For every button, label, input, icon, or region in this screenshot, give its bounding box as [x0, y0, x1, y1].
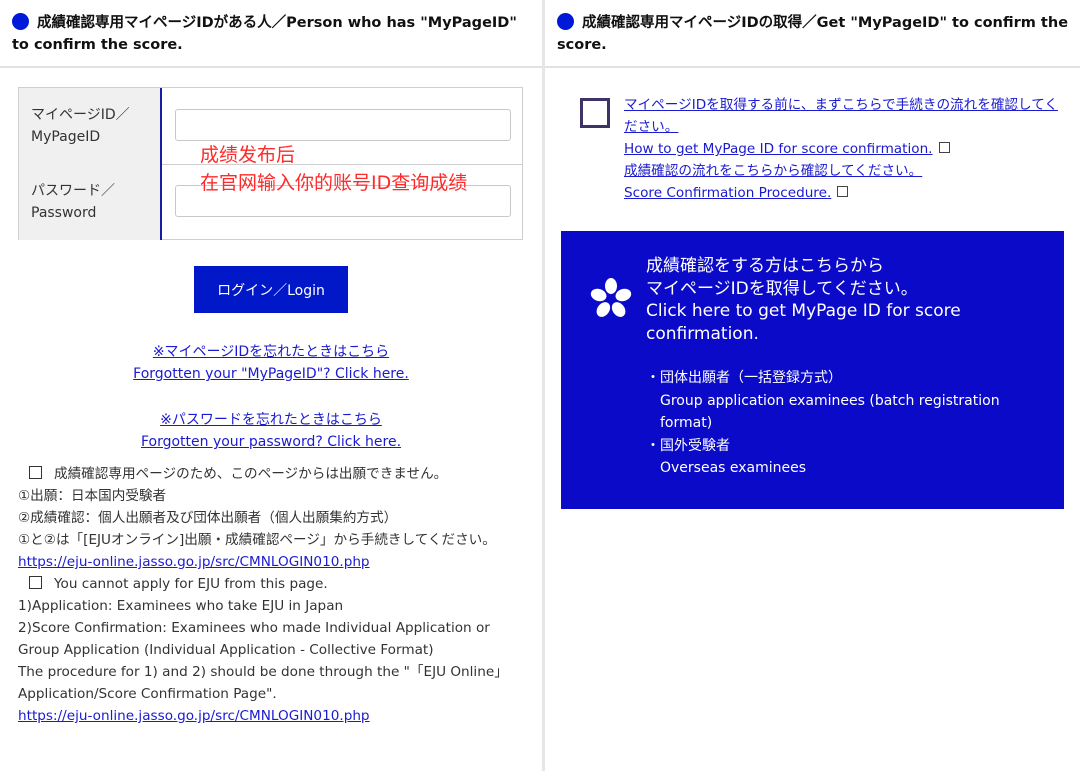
banner-item-2-en: Overseas examinees — [660, 460, 807, 476]
notice-jp-item-3: ①と②は「[EJUオンライン]出願・成績確認ページ」から手続きしてください。 — [18, 532, 496, 548]
left-header-text: 成績確認専用マイページIDがある人／Person who has "MyPage… — [12, 15, 517, 53]
bullet-dot-icon — [12, 13, 29, 30]
get-mypage-id-banner[interactable]: 成績確認をする方はこちらから マイページIDを取得してください。 Click h… — [561, 231, 1064, 509]
right-panel-header: 成績確認専用マイページIDの取得／Get "MyPageID" to confi… — [545, 0, 1080, 68]
small-box-icon — [837, 186, 849, 197]
annotation-overlay: 成绩发布后 在官网输入你的账号ID查询成绩 — [200, 141, 467, 197]
notice-jp-item-1: ①出願：日本国内受験者 — [18, 488, 167, 504]
cherry-blossom-icon — [590, 278, 632, 317]
banner-target-list: ・団体出願者（一括登録方式） Group application examine… — [646, 367, 1046, 480]
notice-en-item-3: The procedure for 1) and 2) should be do… — [18, 664, 508, 702]
left-panel-header: 成績確認専用マイページIDがある人／Person who has "MyPage… — [0, 0, 542, 68]
procedure-link-jp[interactable]: マイページIDを取得する前に、まずこちらで手続きの流れを確認してください。 — [624, 97, 1058, 135]
eju-online-link-2[interactable]: https://eju-online.jasso.go.jp/src/CMNLO… — [18, 708, 370, 724]
forgot-password-link-en[interactable]: Forgotten your password? Click here. — [0, 431, 542, 453]
password-label: パスワード／ Password — [19, 164, 162, 240]
notice-en-item-2: 2)Score Confirmation: Examinees who made… — [18, 620, 490, 658]
password-label-jp: パスワード／ — [31, 183, 115, 199]
mypage-id-input[interactable] — [175, 109, 511, 141]
how-to-get-mypage-id-link[interactable]: How to get MyPage ID for score confirmat… — [624, 141, 933, 157]
score-confirmation-procedure-link[interactable]: Score Confirmation Procedure. — [624, 185, 831, 201]
banner-title-jp-1: 成績確認をする方はこちらから — [646, 256, 884, 276]
score-confirmation-flow-link-jp[interactable]: 成績確認の流れをこちらから確認してください。 — [624, 163, 922, 179]
banner-title: 成績確認をする方はこちらから マイページIDを取得してください。 Click h… — [646, 255, 1046, 345]
left-panel: 成績確認専用マイページIDがある人／Person who has "MyPage… — [0, 0, 542, 771]
forgot-password-link-jp[interactable]: ※パスワードを忘れたときはこちら — [0, 409, 542, 431]
eju-online-link-1[interactable]: https://eju-online.jasso.go.jp/src/CMNLO… — [18, 554, 370, 570]
annotation-line-1: 成绩发布后 — [200, 144, 296, 166]
annotation-line-2: 在官网输入你的账号ID查询成绩 — [200, 172, 468, 194]
mypage-id-label-en: MyPageID — [31, 129, 101, 145]
forgot-id-link-en[interactable]: Forgotten your "MyPageID"? Click here. — [0, 363, 542, 385]
notice-jp-item-2: ②成績確認：個人出願者及び団体出願者（個人出願集約方式） — [18, 510, 398, 526]
checkbox-icon — [29, 576, 42, 589]
bullet-dot-icon — [557, 13, 574, 30]
banner-title-jp-2: マイページIDを取得してください。 — [646, 278, 918, 299]
mypage-id-label: マイページID／ MyPageID — [19, 88, 162, 164]
banner-item-1-en: Group application examinees (batch regis… — [660, 392, 1000, 432]
notice-en-intro: You cannot apply for EJU from this page. — [54, 576, 328, 592]
small-box-icon — [938, 142, 950, 153]
checkbox-icon — [29, 466, 42, 479]
banner-item-1-jp: ・団体出願者（一括登録方式） — [646, 370, 842, 386]
login-button[interactable]: ログイン／Login — [194, 266, 348, 313]
notice-en-item-1: 1)Application: Examinees who take EJU in… — [18, 598, 344, 614]
right-header-text: 成績確認専用マイページIDの取得／Get "MyPageID" to confi… — [557, 15, 1069, 53]
forgot-id-link-jp[interactable]: ※マイページIDを忘れたときはこちら — [0, 341, 542, 363]
notice-text: 成績確認専用ページのため、このページからは出願できません。 ①出願：日本国内受験… — [18, 463, 533, 727]
banner-title-en: Click here to get MyPage ID for score co… — [646, 301, 961, 344]
banner-item-2-jp: ・国外受験者 — [646, 437, 730, 454]
notice-jp-intro: 成績確認専用ページのため、このページからは出願できません。 — [54, 466, 448, 482]
mypage-id-label-jp: マイページID／ — [31, 107, 130, 123]
outlined-square-icon — [580, 98, 610, 128]
password-label-en: Password — [31, 205, 97, 221]
procedure-links: マイページIDを取得する前に、まずこちらで手続きの流れを確認してください。 Ho… — [624, 94, 1064, 204]
